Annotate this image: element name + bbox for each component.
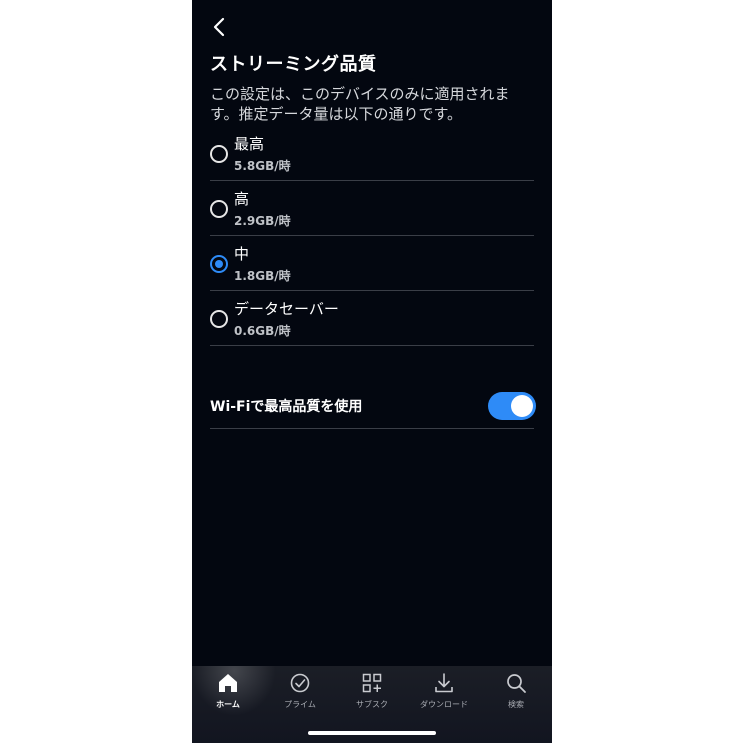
- radio-button[interactable]: [210, 200, 228, 218]
- option-label: 高: [234, 190, 250, 208]
- toggle-knob: [511, 395, 533, 417]
- option-high[interactable]: 高 2.9GB/時: [210, 181, 534, 236]
- tab-label: ホーム: [216, 700, 240, 709]
- option-data-usage: 2.9GB/時: [234, 214, 291, 228]
- option-label: データセーバー: [234, 300, 339, 318]
- radio-button[interactable]: [210, 310, 228, 328]
- option-data-usage: 5.8GB/時: [234, 159, 291, 173]
- search-icon: [507, 674, 526, 693]
- tab-downloads[interactable]: ダウンロード: [408, 672, 480, 718]
- grid-plus-icon: [362, 673, 382, 693]
- option-data-saver[interactable]: データセーバー 0.6GB/時: [210, 291, 534, 346]
- wifi-best-quality-toggle[interactable]: [488, 392, 536, 420]
- option-medium[interactable]: 中 1.8GB/時: [210, 236, 534, 291]
- tab-home[interactable]: ホーム: [192, 672, 264, 718]
- radio-button[interactable]: [210, 145, 228, 163]
- radio-button[interactable]: [210, 255, 228, 273]
- chevron-left-icon: [213, 17, 225, 37]
- option-highest[interactable]: 最高 5.8GB/時: [210, 126, 534, 181]
- tab-label: サブスク: [356, 700, 388, 709]
- tab-prime[interactable]: プライム: [264, 672, 336, 718]
- back-button[interactable]: [208, 14, 230, 40]
- option-label: 最高: [234, 135, 265, 153]
- quality-options: 最高 5.8GB/時 高 2.9GB/時 中 1.8GB/時 データセーバー 0…: [210, 126, 534, 346]
- home-indicator: [308, 731, 436, 735]
- page-description: この設定は、このデバイスのみに適用されます。推定データ量は以下の通りです。: [210, 85, 510, 123]
- page-title: ストリーミング品質: [210, 54, 377, 75]
- tab-label: プライム: [284, 700, 316, 709]
- wifi-best-quality-label: Wi-Fiで最高品質を使用: [210, 399, 363, 415]
- home-icon: [219, 674, 237, 692]
- tab-subscriptions[interactable]: サブスク: [336, 672, 408, 718]
- wifi-best-quality-row: Wi-Fiで最高品質を使用: [210, 384, 536, 429]
- phone-screen: ストリーミング品質 この設定は、このデバイスのみに適用されます。推定データ量は以…: [192, 0, 552, 743]
- check-circle-icon: [290, 673, 310, 693]
- download-icon: [435, 673, 453, 693]
- option-data-usage: 0.6GB/時: [234, 324, 291, 338]
- tab-search[interactable]: 検索: [480, 672, 552, 718]
- tab-label: ダウンロード: [420, 700, 468, 709]
- option-data-usage: 1.8GB/時: [234, 269, 291, 283]
- tab-label: 検索: [508, 700, 524, 709]
- option-label: 中: [234, 245, 250, 263]
